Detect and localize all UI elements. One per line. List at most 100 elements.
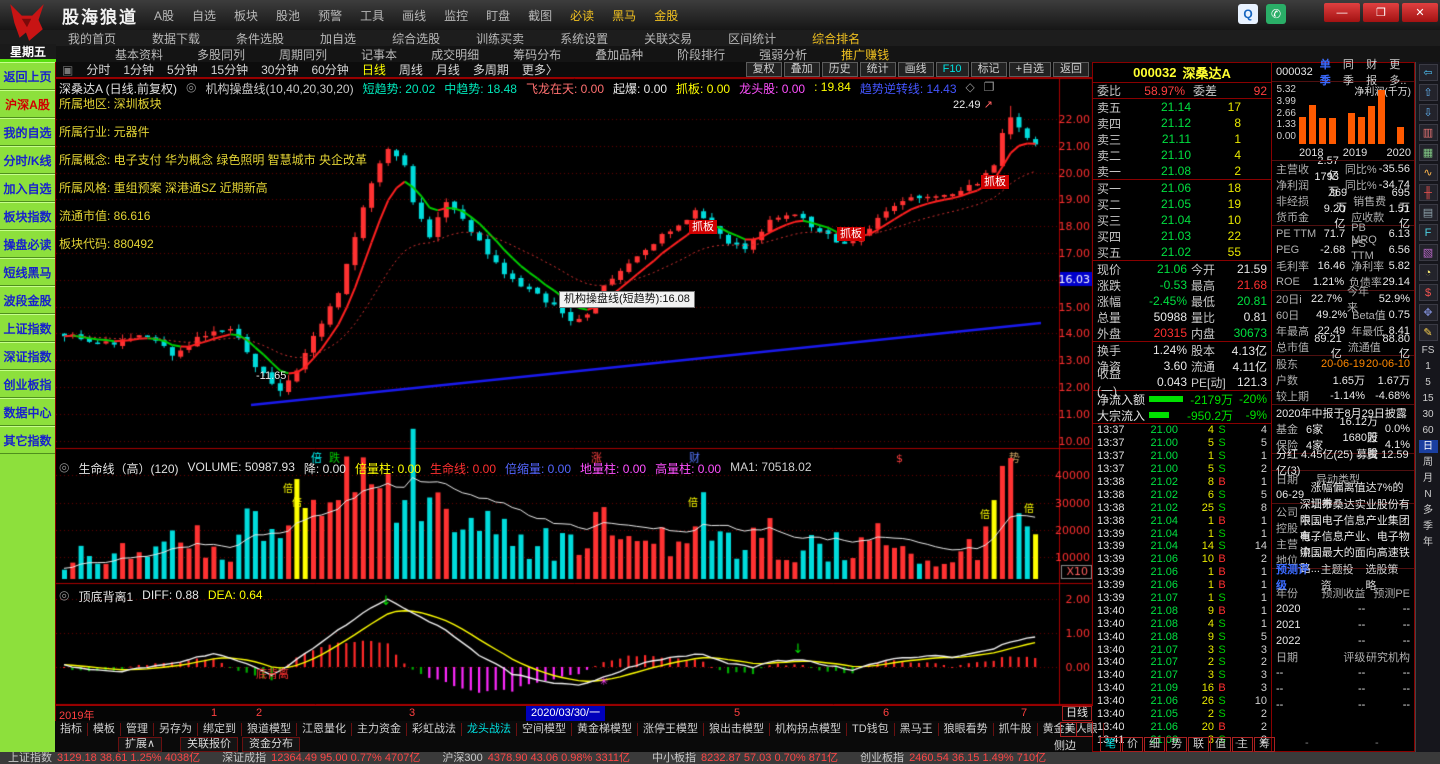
menu-item-综合选股[interactable]: 综合选股 [392, 30, 440, 47]
mini-tab-值[interactable]: 值 [1210, 737, 1231, 752]
sidebar-item-操盘必读[interactable]: 操盘必读 [0, 230, 55, 258]
strip-period-60[interactable]: 60 [1419, 424, 1438, 437]
sidebar-item-创业板指[interactable]: 创业板指 [0, 370, 55, 398]
toolbar-button-复权[interactable]: 复权 [746, 62, 782, 77]
period-tab-60分钟[interactable]: 60分钟 [311, 61, 348, 78]
bottom-tab-指标[interactable]: 指标 [55, 723, 88, 736]
sell-queue-row[interactable]: 卖三21.111 [1093, 131, 1271, 147]
buy-queue-row[interactable]: 买二21.0519 [1093, 196, 1271, 212]
money-icon[interactable]: $ [1419, 284, 1438, 301]
indicator-circle-icon[interactable]: ◎ [186, 80, 196, 97]
sidebar-item-上证指数[interactable]: 上证指数 [0, 314, 55, 342]
mini-tab-笔[interactable]: 笔 [1100, 737, 1121, 752]
bottom-tab-另存为[interactable]: 另存为 [154, 723, 198, 736]
strip-period-30[interactable]: 30 [1419, 408, 1438, 421]
mini-tab-联[interactable]: 联 [1188, 737, 1209, 752]
index-quote[interactable]: 上证指数3129.18 38.61 1.25% 4038亿 [8, 752, 200, 764]
date-axis-period-label[interactable]: 日线 [1062, 706, 1092, 721]
sell-queue-row[interactable]: 卖一21.082 [1093, 163, 1271, 179]
sidebar-item-加入自选[interactable]: 加入自选 [0, 174, 55, 202]
toolbar-button-画线[interactable]: 画线 [898, 62, 934, 77]
menu-item-系统设置[interactable]: 系统设置 [560, 30, 608, 47]
back-arrow-icon[interactable]: ⇦ [1419, 64, 1438, 81]
sell-queue-row[interactable]: 卖四21.128 [1093, 115, 1271, 131]
strategy-tab-涨停王模型[interactable]: 涨停王模型 [638, 723, 704, 736]
strip-period-15[interactable]: 15 [1419, 392, 1438, 405]
pane-corner-icon[interactable]: ◇ [966, 80, 975, 97]
strip-period-周[interactable]: 周 [1419, 456, 1438, 469]
bottom-tab-绑定到[interactable]: 绑定到 [198, 723, 242, 736]
sidebar-item-返回上页[interactable]: 返回上页 [0, 62, 55, 90]
down-arrow-icon[interactable]: ⇩ [1419, 104, 1438, 121]
up-arrow-icon[interactable]: ⇧ [1419, 84, 1438, 101]
strategy-tab-抓牛股[interactable]: 抓牛股 [994, 723, 1038, 736]
buy-queue-row[interactable]: 买四21.0322 [1093, 228, 1271, 244]
period-tab-5分钟[interactable]: 5分钟 [167, 61, 198, 78]
candlestick-icon[interactable]: ╫ [1419, 184, 1438, 201]
markets-icon[interactable]: ▧ [1419, 244, 1438, 261]
strip-period-5[interactable]: 5 [1419, 376, 1438, 389]
extra-tab-资金分布[interactable]: 资金分布 [242, 737, 300, 752]
strategy-tab-黄金梯模型[interactable]: 黄金梯模型 [572, 723, 638, 736]
sidebar-item-短线黑马[interactable]: 短线黑马 [0, 258, 55, 286]
sidebar-item-板块指数[interactable]: 板块指数 [0, 202, 55, 230]
buy-queue-row[interactable]: 买一21.0618 [1093, 180, 1271, 196]
sell-queue-row[interactable]: 卖五21.1417 [1093, 99, 1271, 115]
period-tab-15分钟[interactable]: 15分钟 [211, 61, 248, 78]
kline-chart-icon[interactable]: ▥ [1419, 124, 1438, 141]
alert-icon[interactable]: ◔ [1419, 264, 1438, 281]
toolbar-button-统计[interactable]: 统计 [860, 62, 896, 77]
menu-item-板块[interactable]: 板块 [234, 7, 258, 24]
mini-tab-价[interactable]: 价 [1122, 737, 1143, 752]
menu-item-我的首页[interactable]: 我的首页 [68, 30, 116, 47]
menu-item-关联交易[interactable]: 关联交易 [644, 30, 692, 47]
period-tab-多周期[interactable]: 多周期 [473, 61, 509, 78]
mini-tab-筹[interactable]: 筹 [1254, 737, 1275, 752]
kline-chart-canvas[interactable] [56, 78, 1093, 705]
menu-item-截图[interactable]: 截图 [528, 7, 552, 24]
menu-item-条件选股[interactable]: 条件选股 [236, 30, 284, 47]
bar-chart-icon[interactable]: ▦ [1419, 144, 1438, 161]
menu-item-股池[interactable]: 股池 [276, 7, 300, 24]
extra-tab-关联报价[interactable]: 关联报价 [180, 737, 238, 752]
sidebar-item-沪深A股[interactable]: 沪深A股 [0, 90, 55, 118]
strategy-tab-TD钱包[interactable]: TD钱包 [847, 723, 895, 736]
strategy-tab-龙头战法[interactable]: 龙头战法 [462, 723, 517, 736]
menu-item-阶段排行[interactable]: 阶段排行 [677, 46, 725, 63]
strategy-tab-机构拐点模型[interactable]: 机构拐点模型 [770, 723, 847, 736]
menu-item-预警[interactable]: 预警 [318, 7, 342, 24]
menu-item-区间统计[interactable]: 区间统计 [728, 30, 776, 47]
close-button[interactable]: ✕ [1402, 3, 1438, 22]
period-tab-周线[interactable]: 周线 [399, 61, 423, 78]
period-tab-日线[interactable]: 日线 [362, 61, 386, 78]
menu-item-加自选[interactable]: 加自选 [320, 30, 356, 47]
menu-item-基本资料[interactable]: 基本资料 [115, 46, 163, 63]
menu-item-盯盘[interactable]: 盯盘 [486, 7, 510, 24]
strategy-tab-主力资金[interactable]: 主力资金 [352, 723, 407, 736]
index-quote[interactable]: 沪深3004378.90 43.06 0.98% 3311亿 [442, 752, 630, 764]
period-tab-分时[interactable]: 分时 [86, 61, 110, 78]
strategy-tab-狼眼看势[interactable]: 狼眼看势 [939, 723, 994, 736]
strategy-tab-狼出击模型[interactable]: 狼出击模型 [704, 723, 770, 736]
strip-period-月[interactable]: 月 [1419, 472, 1438, 485]
strip-period-FS[interactable]: FS [1419, 344, 1438, 357]
menu-item-推广赚钱[interactable]: 推广赚钱 [841, 46, 889, 63]
toolbar-button-历史[interactable]: 历史 [822, 62, 858, 77]
extra-tab-扩展∧[interactable]: 扩展∧ [118, 737, 162, 752]
menu-item-监控[interactable]: 监控 [444, 7, 468, 24]
info-table-icon[interactable]: ▤ [1419, 204, 1438, 221]
strip-period-多[interactable]: 多 [1419, 504, 1438, 517]
menu-item-画线[interactable]: 画线 [402, 7, 426, 24]
toolbar-button-F10[interactable]: F10 [936, 62, 969, 77]
menu-item-数据下载[interactable]: 数据下载 [152, 30, 200, 47]
menu-item-必读[interactable]: 必读 [570, 7, 594, 24]
index-quote[interactable]: 中小板指8232.87 57.03 0.70% 871亿 [652, 752, 838, 764]
sidebar-item-波段金股[interactable]: 波段金股 [0, 286, 55, 314]
menu-item-叠加品种[interactable]: 叠加品种 [595, 46, 643, 63]
period-tab-更多〉[interactable]: 更多〉 [522, 61, 558, 78]
toolbar-button-+自选[interactable]: +自选 [1009, 62, 1051, 77]
menu-item-多股同列[interactable]: 多股同列 [197, 46, 245, 63]
sidebar-item-其它指数[interactable]: 其它指数 [0, 426, 55, 454]
bottom-tab-管理[interactable]: 管理 [121, 723, 154, 736]
sidebar-item-数据中心[interactable]: 数据中心 [0, 398, 55, 426]
